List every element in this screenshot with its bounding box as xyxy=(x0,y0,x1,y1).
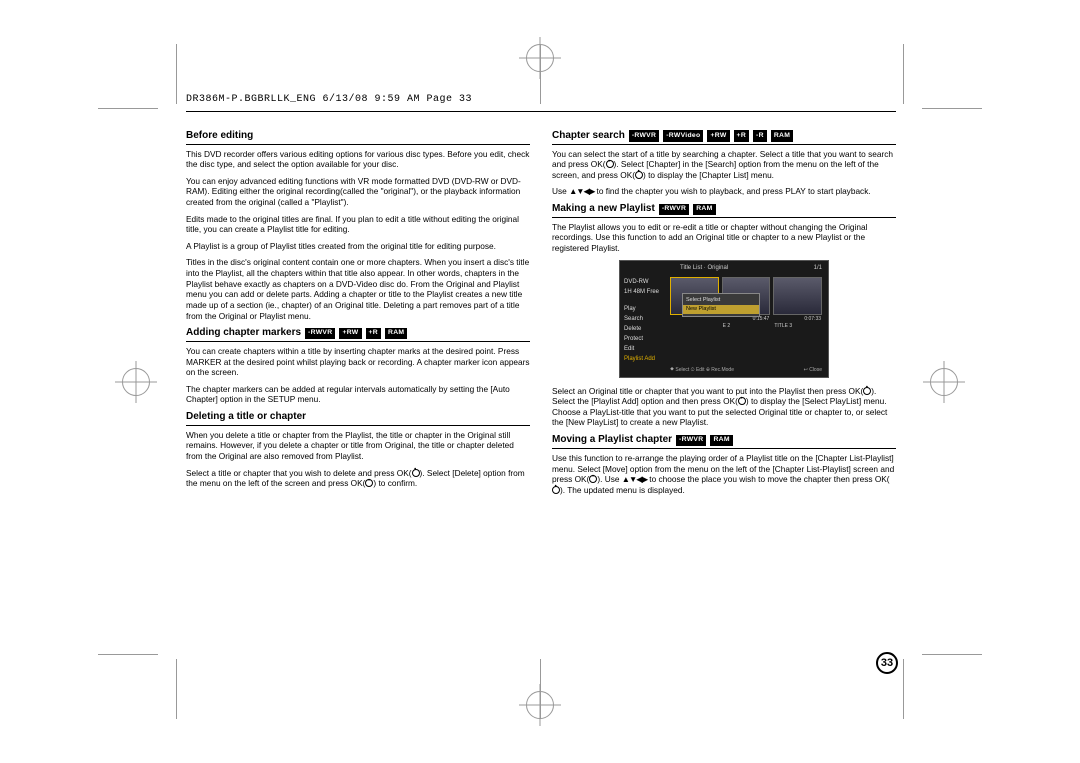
figure-menu-item: Search xyxy=(624,316,666,324)
page-content: DR386M-P.BGBRLLK_ENG 6/13/08 9:59 AM Pag… xyxy=(186,94,896,670)
disc-badge: RAM xyxy=(710,435,732,447)
figure-sidebar: DVD-RW 1H 48M Free Play Search Delete Pr… xyxy=(624,279,666,367)
heading-chapter-search: Chapter search xyxy=(552,130,625,143)
ok-icon xyxy=(738,397,746,405)
registration-mark xyxy=(122,368,150,396)
body-text: Use this function to re-arrange the play… xyxy=(552,453,896,495)
disc-badge: -R xyxy=(753,130,767,142)
disc-badge: +RW xyxy=(707,130,729,142)
figure-title: Title List · Original xyxy=(680,265,728,273)
header-rule xyxy=(186,111,896,112)
crop-mark xyxy=(922,108,982,109)
disc-badge: -RWVideo xyxy=(663,130,703,142)
disc-badge: -RWVR xyxy=(305,328,335,340)
screenshot-figure: Title List · Original 1/1 DVD-RW 1H 48M … xyxy=(619,260,829,378)
heading-new-playlist: Making a new Playlist xyxy=(552,203,655,216)
registration-mark xyxy=(526,691,554,719)
figure-menu-item: Protect xyxy=(624,336,666,344)
left-column: Before editing This DVD recorder offers … xyxy=(186,126,530,502)
body-text: Select an Original title or chapter that… xyxy=(552,386,896,428)
figure-page: 1/1 xyxy=(814,265,822,273)
heading-adding-markers: Adding chapter markers xyxy=(186,327,301,340)
registration-mark xyxy=(930,368,958,396)
figure-disc-type: DVD-RW xyxy=(624,279,666,287)
ok-icon xyxy=(606,160,614,168)
registration-mark xyxy=(526,44,554,72)
disc-badge: +R xyxy=(734,130,749,142)
ok-icon xyxy=(863,387,871,395)
page-number: 33 xyxy=(876,652,898,674)
body-text: Edits made to the original titles are fi… xyxy=(186,214,530,235)
body-text: You can create chapters within a title b… xyxy=(186,346,530,378)
body-text: When you delete a title or chapter from … xyxy=(186,430,530,462)
heading-moving-chapter: Moving a Playlist chapter xyxy=(552,434,672,447)
figure-popup-item: New Playlist xyxy=(683,305,759,314)
ok-icon xyxy=(552,486,560,494)
disc-badge: RAM xyxy=(385,328,407,340)
nav-arrows-icon: ▲▼◀▶ xyxy=(569,186,594,196)
disc-badge: -RWVR xyxy=(676,435,706,447)
crop-mark xyxy=(903,44,904,104)
crop-mark xyxy=(922,654,982,655)
body-text: This DVD recorder offers various editing… xyxy=(186,149,530,170)
body-text: Titles in the disc's original content co… xyxy=(186,257,530,321)
disc-badge: +R xyxy=(366,328,381,340)
body-text: The chapter markers can be added at regu… xyxy=(186,384,530,405)
body-text: A Playlist is a group of Playlist titles… xyxy=(186,241,530,252)
ok-icon xyxy=(635,171,643,179)
crop-mark xyxy=(176,659,177,719)
disc-badge: -RWVR xyxy=(659,204,689,216)
body-text: The Playlist allows you to edit or re-ed… xyxy=(552,222,896,254)
figure-menu-item: Delete xyxy=(624,326,666,334)
heading-before-editing: Before editing xyxy=(186,130,253,143)
body-text: You can select the start of a title by s… xyxy=(552,149,896,181)
figure-menu-item: Edit xyxy=(624,346,666,354)
body-text: You can enjoy advanced editing functions… xyxy=(186,176,530,208)
figure-popup-title: Select Playlist xyxy=(686,296,756,305)
figure-popup: Select Playlist New Playlist xyxy=(682,293,760,317)
disc-badge: -RWVR xyxy=(629,130,659,142)
disc-badge: RAM xyxy=(771,130,793,142)
body-text: Select a title or chapter that you wish … xyxy=(186,468,530,489)
figure-footer: ⯁ Select ⊙ Edit ⊕ Rec.Mode ↩ Close xyxy=(670,367,822,373)
nav-arrows-icon: ▲▼◀▶ xyxy=(622,474,647,484)
ok-icon xyxy=(412,469,420,477)
right-column: Chapter search -RWVR -RWVideo +RW +R -R … xyxy=(552,126,896,502)
crop-mark xyxy=(98,654,158,655)
crop-mark xyxy=(98,108,158,109)
body-text: Use ▲▼◀▶ to find the chapter you wish to… xyxy=(552,186,896,197)
print-header: DR386M-P.BGBRLLK_ENG 6/13/08 9:59 AM Pag… xyxy=(186,94,896,109)
figure-menu-item: Play xyxy=(624,306,666,314)
crop-mark xyxy=(176,44,177,104)
figure-free-time: 1H 48M Free xyxy=(624,289,666,297)
figure-thumb-3: TITLE 3 0:07:33 xyxy=(773,277,822,315)
crop-mark xyxy=(903,659,904,719)
figure-menu-item-selected: Playlist Add xyxy=(624,356,666,364)
heading-deleting: Deleting a title or chapter xyxy=(186,411,306,424)
disc-badge: +RW xyxy=(339,328,361,340)
disc-badge: RAM xyxy=(693,204,715,216)
